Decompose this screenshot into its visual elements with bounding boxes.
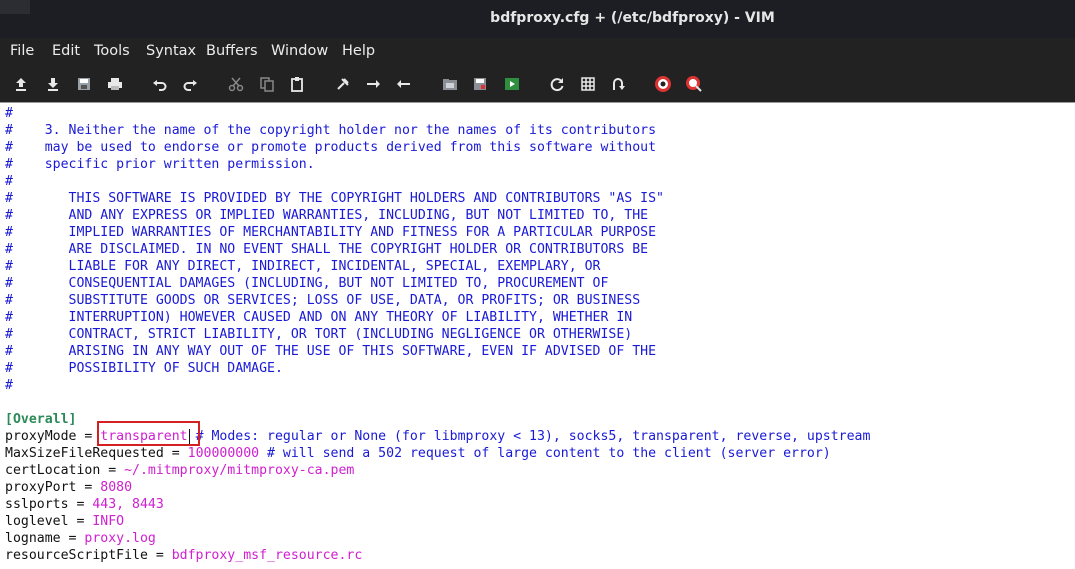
find-prev-icon[interactable] <box>393 73 415 95</box>
title-bar: bdfproxy.cfg + (/etc/bdfproxy) - VIM <box>0 0 1075 38</box>
config-key: proxyMode = <box>5 429 101 444</box>
comment-line: # specific prior written permission. <box>5 157 315 172</box>
config-value: bdfproxy_msf_resource.rc <box>171 548 363 563</box>
comment-line: # INTERRUPTION) HOWEVER CAUSED AND ON AN… <box>5 310 633 325</box>
comment-line: # AND ANY EXPRESS OR IMPLIED WARRANTIES,… <box>5 208 649 223</box>
config-value: 8080 <box>100 480 133 495</box>
config-value: 443, 8443 <box>92 497 164 512</box>
paste-icon[interactable] <box>286 73 308 95</box>
config-value: INFO <box>92 514 125 529</box>
config-line-sslports: sslports = 443, 8443 <box>5 496 164 513</box>
run-ctags-icon[interactable] <box>577 73 599 95</box>
find-help-icon[interactable] <box>683 73 705 95</box>
config-key: loglevel = <box>5 514 93 529</box>
config-comment: # will send a 502 request of large conte… <box>259 446 831 461</box>
comment-line: # CONSEQUENTIAL DAMAGES (INCLUDING, BUT … <box>5 276 609 291</box>
highlight-box <box>97 421 200 446</box>
print-icon[interactable] <box>104 73 126 95</box>
find-next-icon[interactable] <box>362 73 384 95</box>
save-session-icon[interactable] <box>469 73 491 95</box>
comment-line: # SUBSTITUTE GOODS OR SERVICES; LOSS OF … <box>5 293 641 308</box>
toolbar <box>0 66 1075 102</box>
comment-line: # ARISING IN ANY WAY OUT OF THE USE OF T… <box>5 344 657 359</box>
config-key: proxyPort = <box>5 480 101 495</box>
menu-window[interactable]: Window <box>271 43 328 59</box>
find-replace-icon[interactable] <box>332 73 354 95</box>
comment-line: # <box>5 106 13 121</box>
comment-line: # <box>5 174 13 189</box>
save-all-icon[interactable] <box>73 73 95 95</box>
undo-icon[interactable] <box>149 73 171 95</box>
config-key: sslports = <box>5 497 93 512</box>
jump-tag-icon[interactable] <box>607 73 629 95</box>
run-script-icon[interactable] <box>501 73 523 95</box>
config-line-proxyport: proxyPort = 8080 <box>5 479 132 496</box>
cut-icon[interactable] <box>225 73 247 95</box>
config-key: logname = <box>5 531 85 546</box>
config-comment: # Modes: regular or None (for libmproxy … <box>187 429 871 444</box>
help-icon[interactable] <box>652 73 674 95</box>
comment-line: # 3. Neither the name of the copyright h… <box>5 123 657 138</box>
menu-buffers[interactable]: Buffers <box>206 43 258 59</box>
menu-file[interactable]: File <box>10 43 34 59</box>
comment-line: # POSSIBILITY OF SUCH DAMAGE. <box>5 361 283 376</box>
config-value: proxy.log <box>84 531 156 546</box>
comment-line: # LIABLE FOR ANY DIRECT, INDIRECT, INCID… <box>5 259 601 274</box>
section-header: [Overall] <box>5 412 77 427</box>
comment-line: # <box>5 378 13 393</box>
config-value: ~/.mitmproxy/mitmproxy-ca.pem <box>124 463 355 478</box>
text-cursor <box>189 429 190 444</box>
config-key: resourceScriptFile = <box>5 548 172 563</box>
config-line-maxsize: MaxSizeFileRequested = 100000000 # will … <box>5 445 831 462</box>
comment-line: # may be used to endorse or promote prod… <box>5 140 657 155</box>
config-line-logname: logname = proxy.log <box>5 530 156 547</box>
open-icon[interactable] <box>10 73 32 95</box>
config-line-certlocation: certLocation = ~/.mitmproxy/mitmproxy-ca… <box>5 462 354 479</box>
menu-help[interactable]: Help <box>342 43 375 59</box>
config-value: 100000000 <box>187 446 260 461</box>
redo-icon[interactable] <box>179 73 201 95</box>
comment-line: # CONTRACT, STRICT LIABILITY, OR TORT (I… <box>5 327 633 342</box>
editor-buffer[interactable]: # # 3. Neither the name of the copyright… <box>0 102 1075 569</box>
menu-edit[interactable]: Edit <box>52 43 80 59</box>
save-icon[interactable] <box>42 73 64 95</box>
config-line-resourcescript: resourceScriptFile = bdfproxy_msf_resour… <box>5 547 362 564</box>
comment-line: # ARE DISCLAIMED. IN NO EVENT SHALL THE … <box>5 242 649 257</box>
make-icon[interactable] <box>546 73 568 95</box>
config-line-loglevel: loglevel = INFO <box>5 513 124 530</box>
comment-line: # IMPLIED WARRANTIES OF MERCHANTABILITY … <box>5 225 657 240</box>
menu-bar: File Edit Tools Syntax Buffers Window He… <box>0 38 1075 66</box>
menu-syntax[interactable]: Syntax <box>146 43 196 59</box>
config-key: MaxSizeFileRequested = <box>5 446 188 461</box>
load-session-icon[interactable] <box>439 73 461 95</box>
config-key: certLocation = <box>5 463 125 478</box>
copy-icon[interactable] <box>256 73 278 95</box>
menu-tools[interactable]: Tools <box>94 43 130 59</box>
comment-line: # THIS SOFTWARE IS PROVIDED BY THE COPYR… <box>5 191 664 206</box>
window-title: bdfproxy.cfg + (/etc/bdfproxy) - VIM <box>490 10 775 26</box>
